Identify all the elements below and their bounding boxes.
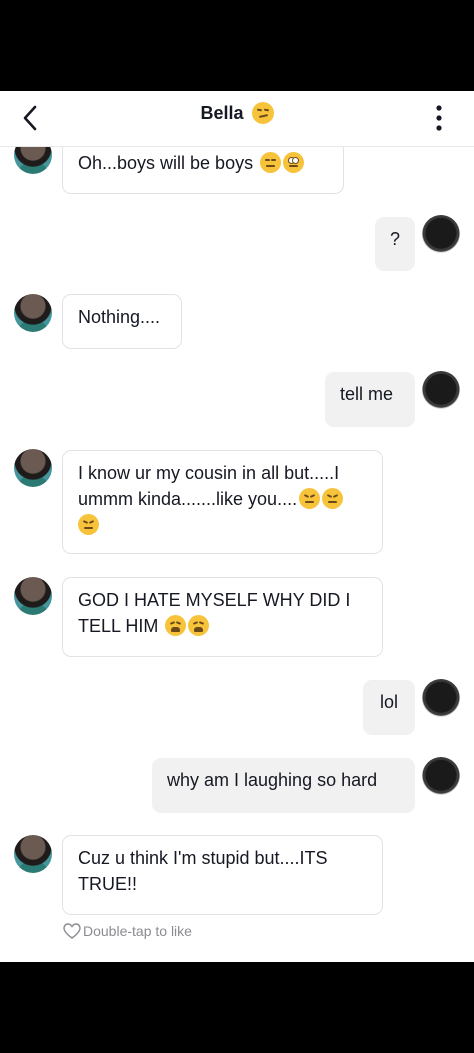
message-text: lol: [379, 692, 398, 712]
chat-title[interactable]: Bella: [0, 102, 474, 124]
message-bubble-outgoing[interactable]: tell me: [325, 372, 415, 427]
more-options-button[interactable]: [424, 99, 454, 137]
message-bubble-incoming[interactable]: Nothing....: [62, 294, 182, 349]
smirking-face-icon: [251, 102, 274, 124]
double-tap-like-hint[interactable]: Double-tap to like: [63, 923, 192, 939]
chat-header: Bella: [0, 91, 474, 147]
my-avatar[interactable]: [422, 371, 460, 409]
contact-name: Bella: [200, 102, 244, 123]
my-avatar[interactable]: [422, 215, 460, 253]
message-text: tell me: [340, 384, 394, 404]
message-text: ?: [389, 229, 400, 249]
message-text-line: I know ur my cousin in all but.....I: [78, 463, 340, 483]
confounded-face-icon: [299, 488, 321, 509]
message-bubble-outgoing[interactable]: ?: [375, 217, 415, 271]
like-hint-text: Double-tap to like: [83, 923, 192, 939]
message-bubble-incoming[interactable]: I know ur my cousin in all but.....I umm…: [62, 450, 383, 554]
tired-face-icon: [188, 615, 210, 636]
face-with-rolling-eyes-icon: [283, 152, 305, 173]
tired-face-icon: [165, 615, 187, 636]
chat-screen: Oh...boys will be boys ? Nothing.... tel…: [0, 91, 474, 962]
message-list[interactable]: Oh...boys will be boys ? Nothing.... tel…: [0, 91, 474, 962]
my-avatar[interactable]: [422, 679, 460, 717]
bella-avatar[interactable]: [14, 577, 52, 615]
message-text: Nothing....: [78, 307, 161, 327]
message-text: why am I laughing so hard: [167, 770, 378, 790]
expressionless-face-icon: [260, 152, 282, 173]
confounded-face-icon: [322, 488, 344, 509]
heart-outline-icon: [63, 923, 81, 939]
bella-avatar[interactable]: [14, 449, 52, 487]
message-bubble-outgoing[interactable]: lol: [363, 680, 415, 735]
message-text-line: TRUE!!: [78, 874, 138, 894]
message-text-line: Cuz u think I'm stupid but....ITS: [78, 848, 328, 868]
bella-avatar[interactable]: [14, 294, 52, 332]
my-avatar[interactable]: [422, 757, 460, 795]
message-bubble-incoming[interactable]: Oh...boys will be boys: [62, 140, 344, 194]
vertical-dots-icon: [436, 105, 442, 131]
bottom-bar: [0, 962, 474, 1053]
message-bubble-incoming[interactable]: Cuz u think I'm stupid but....ITS TRUE!!: [62, 835, 383, 915]
confounded-face-icon: [78, 514, 99, 535]
message-bubble-incoming[interactable]: GOD I HATE MYSELF WHY DID I TELL HIM: [62, 577, 383, 657]
bella-avatar[interactable]: [14, 835, 52, 873]
message-text-line: TELL HIM: [78, 616, 159, 636]
message-bubble-outgoing[interactable]: why am I laughing so hard: [152, 758, 415, 813]
message-text: Oh...boys will be boys: [78, 153, 254, 173]
message-text-line: GOD I HATE MYSELF WHY DID I: [78, 590, 351, 610]
message-text-line: ummm kinda.......like you....: [78, 489, 298, 509]
status-bar: [0, 0, 474, 91]
